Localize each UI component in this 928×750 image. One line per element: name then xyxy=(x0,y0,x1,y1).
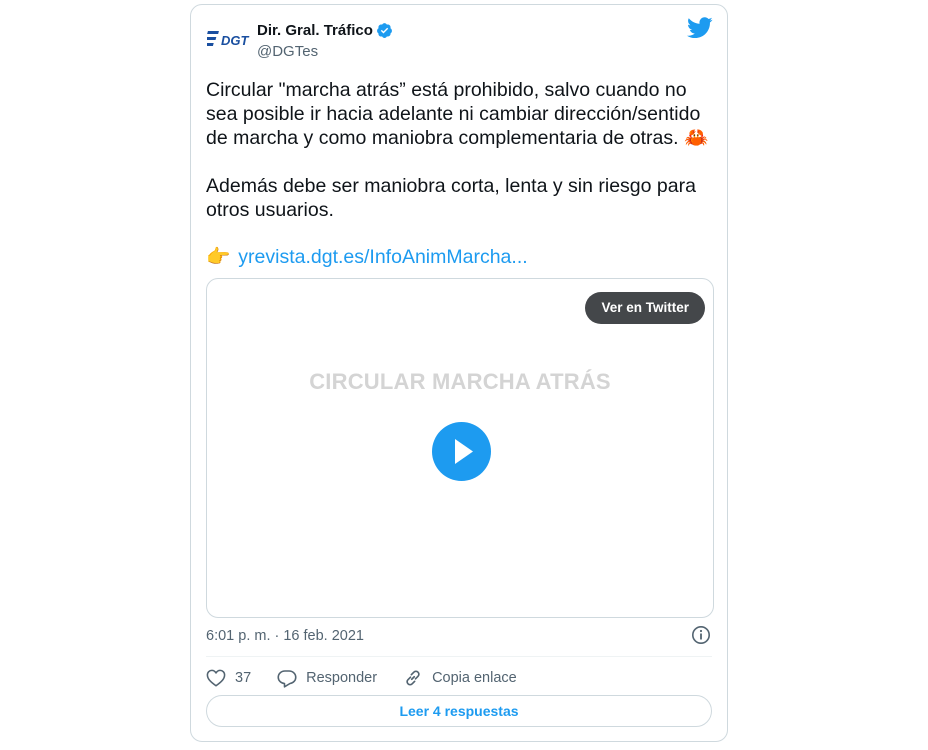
twitter-bird-icon[interactable] xyxy=(687,17,713,39)
tweet-text-line: sea posible ir hacia adelante ni cambiar… xyxy=(206,103,701,125)
play-icon xyxy=(455,439,473,464)
tweet-text-line: de marcha y como maniobra complementaria… xyxy=(206,127,709,149)
link-icon xyxy=(406,670,420,686)
tweet-link-line: 👉 yrevista.dgt.es/InfoAnimMarcha... xyxy=(206,245,528,269)
tweet-text: Circular "marcha atrás” está prohibido, … xyxy=(206,78,716,222)
play-button[interactable] xyxy=(432,422,491,481)
view-on-twitter-button[interactable]: Ver en Twitter xyxy=(585,292,705,324)
dgt-logo[interactable]: DGT xyxy=(201,27,253,51)
reply-label: Responder xyxy=(306,670,378,686)
author-name-text: Dir. Gral. Tráfico xyxy=(257,22,373,39)
tweet-timestamp[interactable]: 6:01 p. m. · 16 feb. 2021 xyxy=(206,628,364,644)
tweet-text-line: Circular "marcha atrás” está prohibido, … xyxy=(206,79,687,101)
like-button[interactable]: 37 xyxy=(206,669,251,687)
copy-link-button[interactable]: Copia enlace xyxy=(403,668,517,688)
heart-icon xyxy=(206,669,226,687)
dgt-logo-text: DGT xyxy=(221,33,250,48)
copy-link-label: Copia enlace xyxy=(432,670,517,686)
pointing-hand-emoji: 👉 xyxy=(206,246,231,268)
read-replies-button[interactable]: Leer 4 respuestas xyxy=(206,695,712,727)
tweet-link[interactable]: yrevista.dgt.es/InfoAnimMarcha... xyxy=(238,245,527,269)
video-title: CIRCULAR MARCHA ATRÁS xyxy=(309,369,611,394)
tweet-text-line: Además debe ser maniobra corta, lenta y … xyxy=(206,175,696,197)
tweet-text-line: otros usuarios. xyxy=(206,199,334,221)
author-name[interactable]: Dir. Gral. Tráfico xyxy=(257,22,393,39)
info-icon[interactable] xyxy=(691,625,711,645)
reply-bubble-icon xyxy=(277,669,297,688)
author-handle[interactable]: @DGTes xyxy=(257,43,318,60)
divider xyxy=(206,656,712,657)
verified-badge-icon xyxy=(376,23,392,38)
video-preview[interactable]: Ver en Twitter CIRCULAR MARCHA ATRÁS xyxy=(206,278,714,618)
tweet-card: DGT Dir. Gral. Tráfico @DGTes Circular "… xyxy=(190,4,728,742)
dgt-logo-icon: DGT xyxy=(201,31,250,48)
like-count: 37 xyxy=(235,670,252,686)
reply-button[interactable]: Responder xyxy=(277,669,377,688)
tweet-actions: 37 Responder Copia enlace xyxy=(206,664,543,692)
